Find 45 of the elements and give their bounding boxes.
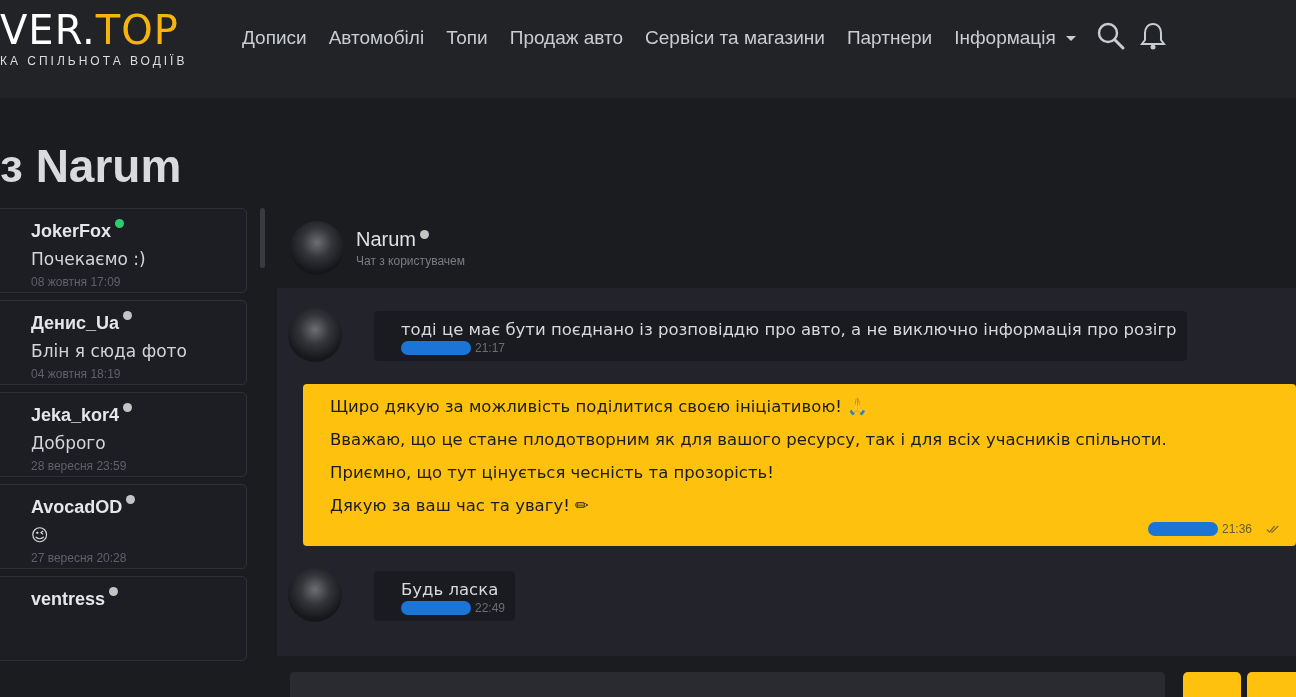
chat-subtitle: Чат з користувачем xyxy=(356,254,465,268)
message-preview: Доброго xyxy=(31,432,107,455)
conversation-card[interactable]: AvocadOD 😉 27 вересня 20:28 xyxy=(0,484,247,569)
message-time: 21:17 xyxy=(475,341,506,355)
user-name: Jeka_kor4 xyxy=(31,404,120,427)
redaction-mark xyxy=(401,601,471,615)
page-title: з Narum xyxy=(0,139,183,194)
message-time: 28 вересня 23:59 xyxy=(31,458,128,475)
scrollbar-thumb[interactable] xyxy=(259,208,265,268)
message-time: 08 жовтня 17:09 xyxy=(31,274,122,291)
message-text: тоді це має бути поєднано із розповіддю про авто, а не виключно інформація про розігр xyxy=(401,319,1177,341)
message-time: 27 вересня 20:28 xyxy=(31,550,128,567)
nav-link[interactable]: Дописи xyxy=(242,27,307,49)
user-name: Денис_Ua xyxy=(31,312,120,335)
message-text: Щиро дякую за можливість поділитися своєю ініціативою! 🙏 xyxy=(330,396,870,418)
search-icon[interactable] xyxy=(1095,21,1126,51)
message-text: Будь ласка xyxy=(401,579,500,601)
message-text: Вважаю, що це стане плодотворним як для вашого ресурсу, так і для всіх учасників спільноти. xyxy=(330,429,1168,451)
conversation-card[interactable]: Денис_Ua Блін я сюда фото 04 жовтня 18:19 xyxy=(0,300,247,385)
bell-icon[interactable] xyxy=(1139,21,1166,51)
nav-link[interactable]: Партнери xyxy=(846,27,933,49)
message-time: 22:49 xyxy=(475,601,506,615)
nav-link[interactable]: Інформація xyxy=(954,27,1076,49)
user-name: JokerFox xyxy=(31,220,112,243)
conversation-card[interactable]: JokerFox Почекаємо :) 08 жовтня 17:09 xyxy=(0,208,247,293)
conversation-card[interactable]: ventress xyxy=(0,576,247,661)
message-text: Дякую за ваш час та увагу! ✏ xyxy=(330,495,590,517)
message-preview: Блін я сюда фото xyxy=(31,340,188,363)
user-name: AvocadOD xyxy=(31,496,123,519)
message-time: 21:36 xyxy=(1221,522,1252,536)
redaction-mark xyxy=(1147,522,1218,536)
conversation-card[interactable]: Jeka_kor4 Доброго 28 вересня 23:59 xyxy=(0,392,247,477)
nav-link[interactable]: Топи xyxy=(446,27,488,49)
site-logo[interactable]: VER.TOP xyxy=(0,8,179,52)
redaction-mark xyxy=(401,341,471,355)
message-text: Приємно, що тут цінується чесність та прозорість! xyxy=(330,462,775,484)
message-preview: Почекаємо :) xyxy=(31,248,147,271)
message-preview: 😉 xyxy=(31,524,50,547)
message-time: 04 жовтня 18:19 xyxy=(31,366,122,383)
logo-tagline: КА СПІЛЬНОТА ВОДІЇВ xyxy=(0,54,188,68)
nav-link[interactable]: Автомобілі xyxy=(328,27,425,49)
nav-link[interactable]: Сервіси та магазини xyxy=(645,27,825,49)
nav-link[interactable]: Продаж авто xyxy=(509,27,624,49)
chat-user-name[interactable]: Narum xyxy=(356,228,416,251)
user-name: ventress xyxy=(31,588,106,611)
